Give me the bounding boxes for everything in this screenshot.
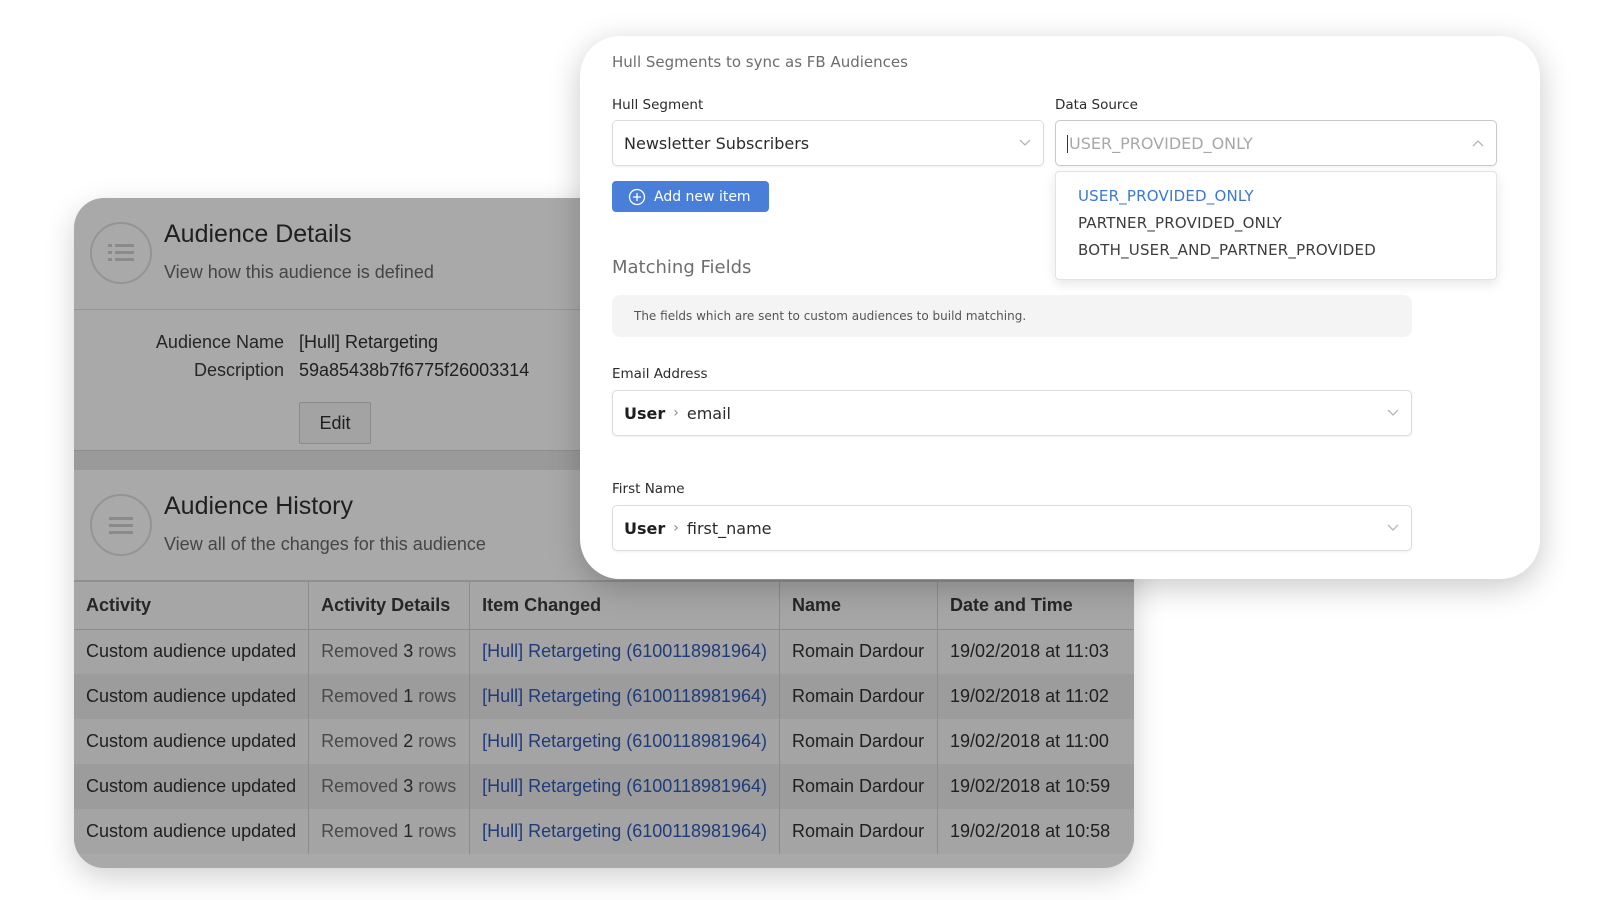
details-count: 3 — [403, 776, 414, 796]
details-prefix: Removed — [321, 686, 399, 706]
name-cell: Romain Dardour — [779, 764, 939, 809]
settings-section-title: Hull Segments to sync as FB Audiences — [612, 53, 908, 71]
history-table: Activity Activity Details Item Changed N… — [74, 582, 1134, 854]
details-suffix: rows — [418, 731, 457, 751]
data-source-select[interactable]: USER_PROVIDED_ONLY — [1055, 120, 1497, 166]
email-field-value: email — [686, 403, 731, 423]
details-prefix: Removed — [321, 821, 399, 841]
activity-details-cell: Removed 1 rows — [308, 809, 471, 854]
details-count: 2 — [403, 731, 414, 751]
activity-cell: Custom audience updated — [74, 719, 310, 764]
table-row: Custom audience updated Removed 3 rows [Hu… — [74, 764, 1134, 809]
first-name-label: First Name — [612, 481, 685, 497]
details-count: 1 — [403, 821, 414, 841]
details-prefix: Removed — [321, 731, 399, 751]
audience-history-title: Audience History — [164, 492, 353, 520]
matching-fields-title: Matching Fields — [612, 257, 752, 278]
first-name-select[interactable]: User › first_name — [612, 505, 1412, 551]
activity-details-cell: Removed 1 rows — [308, 674, 471, 719]
activity-details-cell: Removed 2 rows — [308, 719, 471, 764]
activity-cell: Custom audience updated — [74, 809, 310, 854]
audience-name-value: [Hull] Retargeting — [299, 332, 439, 352]
details-suffix: rows — [418, 686, 457, 706]
table-row: Custom audience updated Removed 2 rows [Hu… — [74, 719, 1134, 764]
add-new-item-label: Add new item — [654, 188, 751, 205]
email-entity: User — [624, 403, 666, 423]
audience-history-subtitle: View all of the changes for this audienc… — [164, 534, 486, 554]
table-row: Custom audience updated Removed 3 rows [Hu… — [74, 629, 1134, 674]
column-item-changed[interactable]: Item Changed — [469, 582, 781, 630]
description-label: Description — [193, 360, 284, 380]
plus-circle-icon — [628, 188, 646, 205]
details-suffix: rows — [418, 776, 457, 796]
list-icon — [90, 494, 152, 556]
audience-details-subtitle: View how this audience is defined — [164, 262, 434, 282]
hull-segment-label: Hull Segment — [612, 97, 704, 113]
audience-details-title: Audience Details — [164, 220, 352, 248]
item-changed-link[interactable]: [Hull] Retargeting (6100118981964) — [469, 764, 781, 809]
item-changed-link[interactable]: [Hull] Retargeting (6100118981964) — [469, 719, 781, 764]
details-suffix: rows — [418, 641, 457, 662]
table-row: Custom audience updated Removed 1 rows [Hu… — [74, 809, 1134, 854]
name-cell: Romain Dardour — [779, 809, 939, 854]
date-time-cell: 19/02/2018 at 10:58 — [937, 809, 1134, 854]
settings-card: Hull Segments to sync as FB Audiences Hu… — [580, 36, 1540, 579]
details-prefix: Removed — [321, 641, 399, 662]
email-address-label: Email Address — [612, 366, 708, 382]
chevron-down-icon — [1387, 524, 1399, 531]
name-cell: Romain Dardour — [779, 629, 939, 674]
column-activity[interactable]: Activity — [74, 582, 310, 630]
chevron-right-icon: › — [673, 520, 679, 536]
column-date-time[interactable]: Date and Time — [937, 582, 1134, 630]
first-name-field-value: first_name — [686, 518, 772, 538]
chevron-down-icon — [1019, 139, 1031, 146]
chevron-up-icon — [1472, 140, 1484, 147]
data-source-placeholder: USER_PROVIDED_ONLY — [1067, 133, 1253, 153]
history-table-header: Activity Activity Details Item Changed N… — [74, 582, 1134, 630]
table-row: Custom audience updated Removed 1 rows [Hu… — [74, 674, 1134, 719]
details-prefix: Removed — [321, 776, 399, 796]
chevron-down-icon — [1387, 409, 1399, 416]
email-address-select[interactable]: User › email — [612, 390, 1412, 436]
item-changed-link[interactable]: [Hull] Retargeting (6100118981964) — [469, 809, 781, 854]
description-value: 59a85438b7f6775f26003314 — [299, 360, 530, 380]
details-count: 1 — [403, 686, 414, 706]
chevron-right-icon: › — [673, 405, 679, 421]
date-time-cell: 19/02/2018 at 11:00 — [937, 719, 1134, 764]
first-name-entity: User — [624, 518, 666, 538]
column-activity-details[interactable]: Activity Details — [308, 582, 471, 630]
details-suffix: rows — [418, 821, 457, 841]
data-source-option[interactable]: BOTH_USER_AND_PARTNER_PROVIDED — [1078, 241, 1376, 259]
name-cell: Romain Dardour — [779, 674, 939, 719]
audience-name-label: Audience Name — [155, 332, 284, 352]
activity-details-cell: Removed 3 rows — [308, 764, 471, 809]
activity-cell: Custom audience updated — [74, 674, 310, 719]
hull-segment-select[interactable]: Newsletter Subscribers — [612, 120, 1044, 166]
date-time-cell: 19/02/2018 at 10:59 — [937, 764, 1134, 809]
add-new-item-button[interactable]: Add new item — [612, 181, 769, 212]
activity-cell: Custom audience updated — [74, 764, 310, 809]
data-source-option[interactable]: USER_PROVIDED_ONLY — [1078, 187, 1254, 205]
name-cell: Romain Dardour — [779, 719, 939, 764]
activity-cell: Custom audience updated — [74, 629, 310, 674]
activity-details-cell: Removed 3 rows — [308, 629, 471, 674]
item-changed-link[interactable]: [Hull] Retargeting (6100118981964) — [469, 629, 781, 674]
data-source-dropdown: USER_PROVIDED_ONLY PARTNER_PROVIDED_ONLY… — [1055, 171, 1497, 280]
details-count: 3 — [403, 641, 414, 662]
list-icon — [90, 222, 152, 284]
hull-segment-value: Newsletter Subscribers — [624, 133, 810, 153]
date-time-cell: 19/02/2018 at 11:02 — [937, 674, 1134, 719]
date-time-cell: 19/02/2018 at 11:03 — [937, 629, 1134, 674]
matching-fields-help: The fields which are sent to custom audi… — [612, 295, 1412, 337]
data-source-label: Data Source — [1055, 97, 1138, 113]
edit-button[interactable]: Edit — [299, 402, 371, 444]
data-source-option[interactable]: PARTNER_PROVIDED_ONLY — [1078, 214, 1282, 232]
item-changed-link[interactable]: [Hull] Retargeting (6100118981964) — [469, 674, 781, 719]
column-name[interactable]: Name — [779, 582, 939, 630]
